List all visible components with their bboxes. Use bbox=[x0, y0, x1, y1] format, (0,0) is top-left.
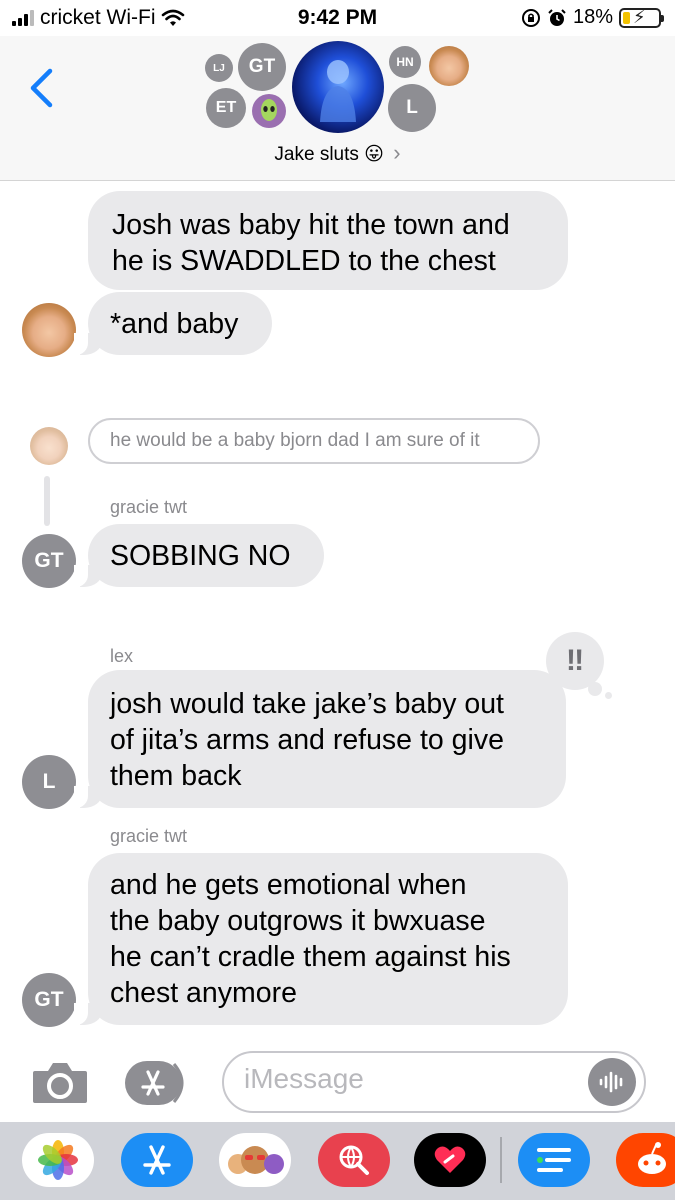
avatar-gt[interactable]: GT bbox=[22, 973, 76, 1027]
message-line: of jita’s arms and refuse to give bbox=[110, 724, 504, 756]
message-line: josh would take jake’s baby out bbox=[110, 688, 504, 720]
avatar-gt[interactable]: GT bbox=[238, 43, 286, 91]
avatar-lj[interactable]: LJ bbox=[205, 54, 233, 82]
message-text: SOBBING NO bbox=[110, 540, 291, 572]
back-chevron-icon[interactable] bbox=[28, 68, 54, 108]
reddit-app-button[interactable] bbox=[616, 1133, 675, 1187]
app-store-icon bbox=[143, 1145, 171, 1175]
reply-thread-line bbox=[44, 476, 50, 526]
avatar-alien[interactable] bbox=[252, 94, 286, 128]
audio-record-button[interactable] bbox=[588, 1058, 636, 1106]
memoji-icon bbox=[228, 1146, 284, 1174]
reply-preview-text: he would be a baby bjorn dad I am sure o… bbox=[110, 430, 480, 451]
sender-name: gracie twt bbox=[110, 497, 188, 517]
message-line: he can’t cradle them against his bbox=[110, 941, 511, 973]
avatar-photo-girl[interactable] bbox=[30, 427, 68, 465]
group-photo-avatar[interactable] bbox=[292, 41, 384, 133]
status-right: 18% ⚡ bbox=[521, 6, 664, 29]
group-name: Jake sluts bbox=[274, 144, 359, 165]
message-line: Josh was baby hit the town and bbox=[112, 209, 510, 241]
message-bubble[interactable]: SOBBING NO bbox=[74, 524, 324, 587]
message-line: and he gets emotional when bbox=[110, 869, 467, 901]
message-bubble[interactable]: josh would take jake’s baby out of jita’… bbox=[74, 670, 566, 808]
tongue-emoji-icon: 😛 bbox=[364, 144, 384, 165]
photos-app-button[interactable] bbox=[22, 1133, 94, 1187]
message-input-placeholder: iMessage bbox=[244, 1063, 364, 1094]
digital-touch-app-button[interactable] bbox=[414, 1133, 486, 1187]
memoji-app-button[interactable] bbox=[219, 1133, 291, 1187]
avatar-l[interactable]: L bbox=[388, 84, 436, 132]
message-line: he is SWADDLED to the chest bbox=[112, 245, 496, 277]
message-bubble[interactable]: Josh was baby hit the town and he is SWA… bbox=[88, 191, 568, 290]
group-title[interactable]: Jake sluts 😛 › bbox=[0, 140, 675, 166]
tray-divider bbox=[500, 1137, 502, 1183]
reply-preview-bubble[interactable]: he would be a baby bjorn dad I am sure o… bbox=[88, 418, 540, 464]
alien-face-icon bbox=[261, 99, 277, 121]
status-bar: cricket Wi-Fi 9:42 PM 18% ⚡ bbox=[0, 0, 675, 36]
battery-percent: 18% bbox=[572, 6, 613, 28]
message-bubble[interactable]: and he gets emotional when the baby outg… bbox=[74, 853, 568, 1025]
app-store-icon bbox=[141, 1070, 165, 1096]
avatar-et[interactable]: ET bbox=[206, 88, 246, 128]
list-lines-icon bbox=[537, 1148, 571, 1172]
avatar-photo-girl[interactable] bbox=[22, 303, 76, 357]
avatar-gt[interactable]: GT bbox=[22, 534, 76, 588]
avatar-hn[interactable]: HN bbox=[389, 46, 421, 78]
battery-icon: ⚡ bbox=[619, 7, 664, 28]
reddit-icon bbox=[638, 1142, 666, 1174]
alarm-icon bbox=[548, 8, 566, 26]
message-line: them back bbox=[110, 760, 242, 792]
sender-name: lex bbox=[110, 646, 134, 666]
tapback-tail-dot bbox=[588, 682, 602, 696]
waveform-icon bbox=[599, 1071, 623, 1093]
heart-touch-icon bbox=[434, 1146, 466, 1173]
rotation-lock-icon bbox=[521, 8, 540, 27]
sender-name: gracie twt bbox=[110, 826, 188, 846]
app-store-app-button[interactable] bbox=[121, 1133, 193, 1187]
avatar-l[interactable]: L bbox=[22, 755, 76, 809]
message-line: the baby outgrows it bwxuase bbox=[110, 905, 486, 937]
message-line: chest anymore bbox=[110, 977, 297, 1009]
tapback-tail-dot bbox=[605, 692, 612, 699]
photos-icon bbox=[38, 1140, 78, 1180]
camera-icon[interactable] bbox=[31, 1059, 89, 1105]
globe-search-icon bbox=[339, 1145, 369, 1175]
stickers-app-button[interactable] bbox=[518, 1133, 590, 1187]
search-images-app-button[interactable] bbox=[318, 1133, 390, 1187]
figure-silhouette-icon bbox=[320, 60, 356, 122]
double-exclamation-icon: ‼ bbox=[565, 644, 585, 677]
message-text: *and baby bbox=[110, 308, 239, 340]
chevron-right-icon: › bbox=[393, 140, 401, 165]
app-store-ring-icon bbox=[172, 1063, 184, 1103]
avatar-photo-girl[interactable] bbox=[429, 46, 469, 86]
message-bubble[interactable]: *and baby bbox=[74, 292, 272, 355]
